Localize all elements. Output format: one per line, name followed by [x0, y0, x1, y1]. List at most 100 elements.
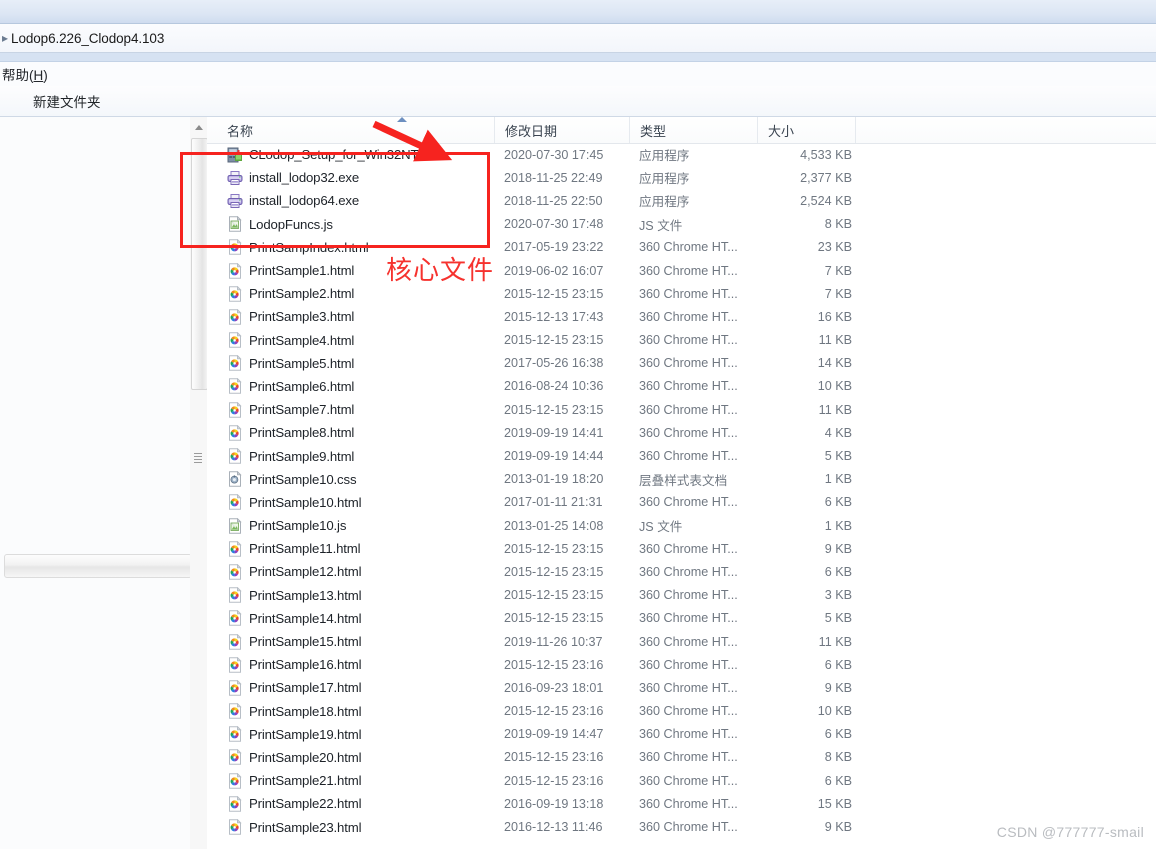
table-row[interactable]: PrintSample10.css 2013-01-19 18:20 层叠样式表文档…	[207, 468, 1156, 491]
file-type-cell: 360 Chrome HT...	[639, 588, 738, 603]
file-type-cell: 360 Chrome HT...	[639, 680, 738, 695]
table-row[interactable]: PrintSample22.html 2016-09-19 13:18 360 Ch…	[207, 792, 1156, 815]
file-name-cell[interactable]: PrintSample4.html	[227, 332, 354, 348]
file-name-label: PrintSample10.html	[249, 494, 362, 510]
table-row[interactable]: PrintSample11.html 2015-12-15 23:15 360 Ch…	[207, 537, 1156, 560]
navigation-pane[interactable]	[0, 117, 192, 849]
file-date-cell: 2015-12-15 23:16	[504, 657, 604, 672]
table-row[interactable]: PrintSample8.html 2019-09-19 14:41 360 Chr…	[207, 421, 1156, 444]
file-name-cell[interactable]: PrintSample8.html	[227, 424, 354, 441]
file-name-cell[interactable]: PrintSample10.js	[227, 517, 346, 534]
file-name-cell[interactable]: PrintSample21.html	[227, 772, 362, 789]
table-row[interactable]: PrintSample3.html 2015-12-13 17:43 360 Chr…	[207, 305, 1156, 328]
file-type-cell: 360 Chrome HT...	[639, 773, 738, 788]
file-name-cell[interactable]: PrintSample2.html	[227, 285, 355, 302]
file-date-cell: 2019-09-19 14:44	[504, 449, 604, 464]
file-name-cell[interactable]: PrintSample17.html	[227, 679, 362, 696]
table-row[interactable]: PrintSample21.html 2015-12-15 23:16 360 Ch…	[207, 769, 1156, 792]
breadcrumb-current-folder[interactable]: Lodop6.226_Clodop4.103	[11, 31, 164, 46]
file-name-cell[interactable]: PrintSample3.html	[227, 308, 355, 325]
table-row[interactable]: PrintSample13.html 2015-12-15 23:15 360 Ch…	[207, 584, 1156, 607]
address-bar[interactable]: ▸ Lodop6.226_Clodop4.103	[0, 24, 1156, 53]
file-name-cell[interactable]: CLodop_Setup_for_Win32NT.exe	[227, 147, 441, 163]
table-row[interactable]: PrintSample4.html 2015-12-15 23:15 360 Chr…	[207, 329, 1156, 352]
file-name-cell[interactable]: PrintSample13.html	[227, 587, 362, 603]
file-name-cell[interactable]: PrintSample9.html	[227, 448, 354, 464]
table-row[interactable]: PrintSample5.html 2017-05-26 16:38 360 Chr…	[207, 352, 1156, 375]
file-name-cell[interactable]: PrintSample14.html	[227, 610, 362, 627]
file-name-cell[interactable]: PrintSample5.html	[227, 355, 354, 371]
table-row[interactable]: PrintSample19.html 2019-09-19 14:47 360 Ch…	[207, 723, 1156, 746]
file-list-view[interactable]: 名称 修改日期 类型 大小 CLodop_Setup_for_Win32NT.e…	[207, 117, 1156, 849]
table-row[interactable]: PrintSample16.html 2015-12-15 23:16 360 Ch…	[207, 653, 1156, 676]
menu-item-help[interactable]: 帮助(H)	[0, 64, 50, 84]
column-header-date[interactable]: 修改日期	[494, 117, 629, 143]
table-row[interactable]: LodopFuncs.js 2020-07-30 17:48 JS 文件 8 KB	[207, 213, 1156, 236]
file-name-cell[interactable]: install_lodop64.exe	[227, 193, 359, 209]
content-area: 名称 修改日期 类型 大小 CLodop_Setup_for_Win32NT.e…	[0, 117, 1156, 849]
table-row[interactable]: PrintSample1.html 2019-06-02 16:07 360 Chr…	[207, 259, 1156, 282]
file-name-cell[interactable]: LodopFuncs.js	[227, 216, 333, 232]
file-name-label: PrintSample7.html	[249, 402, 355, 418]
file-name-cell[interactable]: install_lodop32.exe	[227, 170, 359, 186]
table-row[interactable]: PrintSample18.html 2015-12-15 23:16 360 Ch…	[207, 700, 1156, 723]
file-name-cell[interactable]: PrintSample23.html	[227, 819, 362, 835]
column-header-name[interactable]: 名称	[227, 117, 504, 143]
file-name-label: PrintSample13.html	[249, 587, 362, 603]
file-type-cell: 360 Chrome HT...	[639, 634, 738, 649]
table-row[interactable]: PrintSample20.html 2015-12-15 23:16 360 Ch…	[207, 746, 1156, 769]
table-row[interactable]: PrintSample6.html 2016-08-24 10:36 360 Chr…	[207, 375, 1156, 398]
table-row[interactable]: PrintSample2.html 2015-12-15 23:15 360 Chr…	[207, 282, 1156, 305]
table-row[interactable]: CLodop_Setup_for_Win32NT.exe 2020-07-30 1…	[207, 143, 1156, 166]
table-row[interactable]: PrintSample7.html 2015-12-15 23:15 360 Chr…	[207, 398, 1156, 421]
file-name-cell[interactable]: PrintSample12.html	[227, 563, 362, 580]
column-header-type[interactable]: 类型	[629, 117, 757, 143]
html-file-icon	[227, 424, 243, 441]
table-row[interactable]: PrintSample10.html 2017-01-11 21:31 360 Ch…	[207, 491, 1156, 514]
table-row[interactable]: install_lodop64.exe 2018-11-25 22:50 应用程序 2…	[207, 189, 1156, 212]
file-name-label: PrintSample11.html	[249, 541, 361, 557]
table-row[interactable]: install_lodop32.exe 2018-11-25 22:49 应用程序 2…	[207, 166, 1156, 189]
file-name-cell[interactable]: PrintSample15.html	[227, 633, 362, 650]
table-row[interactable]: PrintSampIndex.html 2017-05-19 23:22 360 C…	[207, 236, 1156, 259]
file-date-cell: 2018-11-25 22:49	[504, 170, 603, 185]
file-size-cell: 10 KB	[817, 704, 852, 719]
file-name-label: PrintSample3.html	[249, 309, 355, 325]
table-row[interactable]: PrintSample14.html 2015-12-15 23:15 360 Ch…	[207, 607, 1156, 630]
navigation-horizontal-scrollbar[interactable]	[4, 554, 192, 578]
new-folder-button[interactable]: 新建文件夹	[27, 88, 107, 114]
file-name-cell[interactable]: PrintSample19.html	[227, 726, 362, 742]
file-name-cell[interactable]: PrintSample18.html	[227, 703, 362, 719]
file-name-label: CLodop_Setup_for_Win32NT.exe	[249, 147, 442, 163]
scrollbar-thumb[interactable]	[191, 138, 208, 390]
file-name-cell[interactable]: PrintSample6.html	[227, 378, 354, 395]
file-name-cell[interactable]: PrintSample10.html	[227, 494, 362, 511]
file-name-cell[interactable]: PrintSample10.css	[227, 471, 357, 487]
table-row[interactable]: PrintSample17.html 2016-09-23 18:01 360 Ch…	[207, 676, 1156, 699]
file-name-cell[interactable]: PrintSample7.html	[227, 401, 355, 418]
table-row[interactable]: PrintSample15.html 2019-11-26 10:37 360 Ch…	[207, 630, 1156, 653]
file-name-cell[interactable]: PrintSample22.html	[227, 795, 362, 812]
file-date-cell: 2015-12-15 23:16	[504, 773, 604, 788]
file-type-cell: 360 Chrome HT...	[639, 379, 738, 394]
file-date-cell: 2019-09-19 14:41	[504, 425, 604, 440]
file-size-cell: 6 KB	[824, 564, 852, 579]
file-name-label: PrintSample4.html	[249, 332, 355, 348]
file-name-cell[interactable]: PrintSample20.html	[227, 749, 362, 766]
file-name-label: PrintSample1.html	[249, 263, 355, 279]
command-bar: 新建文件夹	[0, 86, 1156, 117]
file-name-cell[interactable]: PrintSampIndex.html	[227, 239, 369, 256]
file-type-cell: 360 Chrome HT...	[639, 796, 738, 811]
file-name-cell[interactable]: PrintSample16.html	[227, 656, 362, 673]
file-name-cell[interactable]: PrintSample11.html	[227, 540, 361, 557]
column-header-size[interactable]: 大小	[757, 117, 855, 143]
file-name-cell[interactable]: PrintSample1.html	[227, 262, 355, 279]
table-row[interactable]: PrintSample9.html 2019-09-19 14:44 360 Chr…	[207, 444, 1156, 467]
file-rows-container: CLodop_Setup_for_Win32NT.exe 2020-07-30 1…	[207, 143, 1156, 839]
table-row[interactable]: PrintSample10.js 2013-01-25 14:08 JS 文件 1 K…	[207, 514, 1156, 537]
file-type-cell: 360 Chrome HT...	[639, 820, 738, 835]
table-row[interactable]: PrintSample12.html 2015-12-15 23:15 360 Ch…	[207, 560, 1156, 583]
file-size-cell: 2,377 KB	[800, 170, 852, 185]
scroll-up-arrow-icon[interactable]	[190, 119, 207, 135]
file-name-label: PrintSample2.html	[249, 286, 355, 302]
